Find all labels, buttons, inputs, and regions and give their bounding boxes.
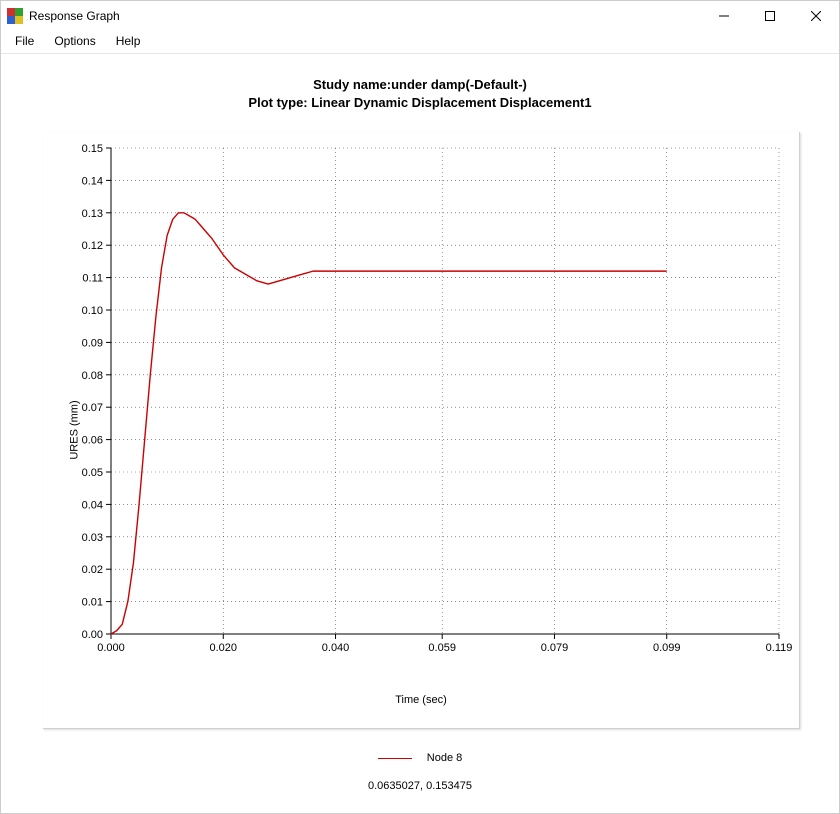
x-axis-label: Time (sec) <box>43 694 799 706</box>
chart-title-line1: Study name:under damp(-Default-) <box>313 77 527 92</box>
chart-area: Study name:under damp(-Default-) Plot ty… <box>1 54 839 813</box>
plot-panel: URES (mm) Time (sec) 0.000 0.020 0.040 0.05… <box>43 132 800 729</box>
menu-options[interactable]: Options <box>44 32 105 50</box>
svg-text:0.08: 0.08 <box>82 370 103 382</box>
chart-title: Study name:under damp(-Default-) Plot ty… <box>1 76 839 111</box>
svg-text:0.000: 0.000 <box>97 642 125 654</box>
legend: Node 8 <box>1 752 839 764</box>
svg-text:0.00: 0.00 <box>82 629 103 641</box>
svg-text:0.15: 0.15 <box>82 143 103 155</box>
title-bar: Response Graph <box>1 1 839 31</box>
svg-text:0.05: 0.05 <box>82 467 103 479</box>
legend-swatch <box>378 758 412 759</box>
svg-text:0.079: 0.079 <box>541 642 569 654</box>
svg-text:0.02: 0.02 <box>82 564 103 576</box>
svg-text:0.119: 0.119 <box>766 642 793 654</box>
svg-text:0.12: 0.12 <box>82 240 103 252</box>
svg-text:0.09: 0.09 <box>82 337 103 349</box>
maximize-button[interactable] <box>747 1 793 31</box>
svg-text:0.11: 0.11 <box>82 273 103 285</box>
svg-text:0.099: 0.099 <box>653 642 681 654</box>
y-axis-label: URES (mm) <box>69 400 81 459</box>
svg-text:0.01: 0.01 <box>82 597 103 609</box>
svg-text:0.020: 0.020 <box>210 642 238 654</box>
svg-text:0.03: 0.03 <box>82 532 103 544</box>
window: Response Graph File Options Help Study n… <box>0 0 840 814</box>
svg-text:0.13: 0.13 <box>82 208 103 220</box>
window-controls <box>701 1 839 31</box>
menu-file[interactable]: File <box>5 32 44 50</box>
svg-text:0.059: 0.059 <box>428 642 456 654</box>
app-icon <box>7 8 23 24</box>
svg-text:0.07: 0.07 <box>82 402 103 414</box>
plot-canvas[interactable]: 0.0000.0200.0400.0590.0790.0990.1190.000… <box>101 144 789 658</box>
minimize-button[interactable] <box>701 1 747 31</box>
svg-text:0.04: 0.04 <box>82 499 103 511</box>
svg-text:0.06: 0.06 <box>82 435 103 447</box>
chart-title-line2: Plot type: Linear Dynamic Displacement D… <box>248 95 591 110</box>
svg-text:0.10: 0.10 <box>82 305 103 317</box>
menu-bar: File Options Help <box>1 31 839 54</box>
close-button[interactable] <box>793 1 839 31</box>
svg-text:0.040: 0.040 <box>322 642 350 654</box>
menu-help[interactable]: Help <box>106 32 151 50</box>
cursor-coordinates: 0.0635027, 0.153475 <box>1 780 839 792</box>
legend-series-label: Node 8 <box>427 752 462 764</box>
window-title: Response Graph <box>29 9 701 23</box>
svg-text:0.14: 0.14 <box>82 175 103 187</box>
